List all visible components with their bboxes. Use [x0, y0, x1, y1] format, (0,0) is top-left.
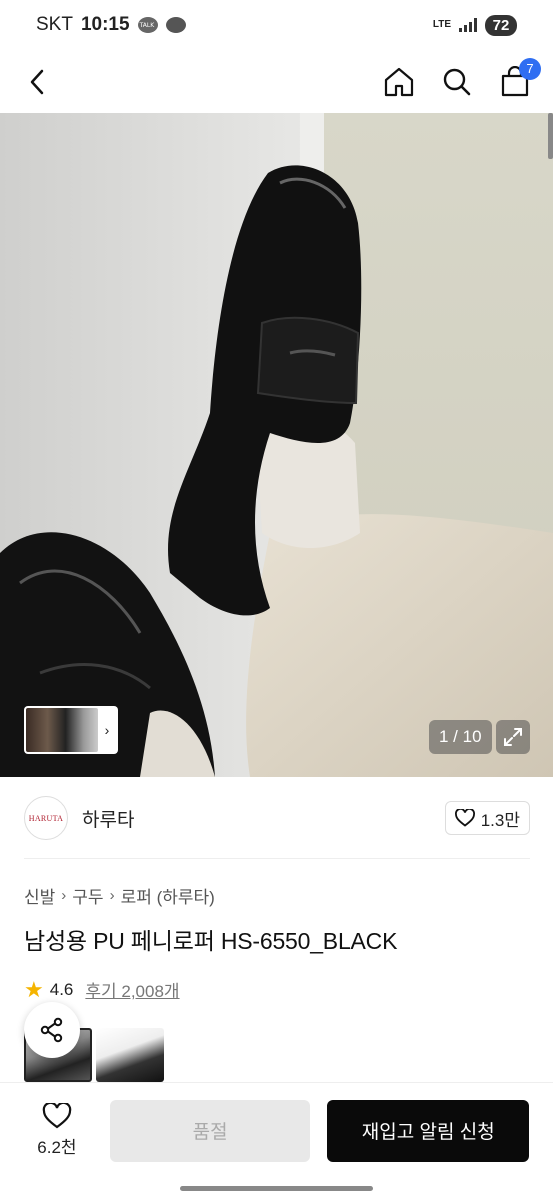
status-left: SKT 10:15: [36, 14, 186, 36]
breadcrumb-item[interactable]: 로퍼 (하루타): [121, 883, 215, 908]
share-button[interactable]: [24, 1002, 80, 1058]
kakaotalk-icon: [137, 17, 158, 33]
breadcrumb-item[interactable]: 구두: [72, 883, 103, 908]
back-arrow-icon: [30, 69, 44, 94]
home-button[interactable]: [381, 64, 417, 100]
color-option-thumbnail[interactable]: [96, 1028, 164, 1082]
search-button[interactable]: [439, 64, 475, 100]
search-icon: [443, 68, 471, 95]
cart-count-badge: 7: [519, 57, 541, 80]
chevron-right-icon: ›: [61, 887, 67, 904]
cart-button[interactable]: 7: [497, 57, 541, 100]
brand-logo[interactable]: HARUTA: [24, 796, 68, 840]
brand-name[interactable]: 하루타: [82, 805, 134, 832]
heart-icon: [42, 1103, 72, 1129]
top-nav: 7: [0, 50, 553, 113]
star-icon: ★: [24, 976, 44, 1002]
breadcrumb: 신발 › 구두 › 로퍼 (하루타): [24, 883, 215, 908]
status-bar: SKT 10:15 LTE 72: [0, 0, 553, 50]
home-indicator: [180, 1186, 373, 1191]
home-icon: [384, 67, 414, 96]
bottom-purchase-bar: 6.2천 품절 재입고 알림 신청: [0, 1082, 553, 1178]
brand-row: HARUTA 하루타 1.3만: [24, 795, 530, 841]
thumbnail-preview: [26, 708, 98, 752]
brand-like-button[interactable]: 1.3만: [444, 801, 530, 835]
rating-row: ★ 4.6 후기 2,008개: [24, 977, 180, 1002]
expand-icon: [504, 728, 522, 746]
product-title: 남성용 PU 페니로퍼 HS-6550_BLACK: [24, 928, 398, 954]
status-right: LTE 72: [432, 14, 517, 36]
breadcrumb-item[interactable]: 신발: [24, 883, 55, 908]
lte-indicator: LTE: [432, 19, 451, 30]
signal-icon: [459, 18, 477, 32]
product-photo: [0, 113, 553, 777]
fullscreen-button[interactable]: [496, 720, 530, 754]
brand-like-count: 1.3만: [480, 810, 520, 830]
share-icon: [40, 1017, 63, 1043]
nav-actions: 7: [381, 57, 541, 100]
divider: [24, 858, 530, 859]
restock-alert-button[interactable]: 재입고 알림 신청: [327, 1099, 529, 1162]
chat-bubble-icon: [165, 17, 186, 33]
chevron-right-icon: ›: [104, 722, 110, 738]
rating-value: 4.6: [49, 979, 74, 999]
chevron-right-icon: ›: [109, 887, 115, 904]
clock: 10:15: [80, 14, 130, 35]
product-image-gallery[interactable]: › 1 / 10: [0, 113, 553, 777]
scroll-indicator: [548, 113, 553, 159]
battery-indicator: 72: [485, 14, 517, 36]
wishlist-button[interactable]: 6.2천: [24, 1103, 90, 1158]
soldout-button[interactable]: 품절: [109, 1099, 311, 1162]
thumbnail-strip[interactable]: ›: [24, 706, 118, 754]
review-link[interactable]: 후기 2,008개: [85, 977, 179, 1002]
wishlist-count: 6.2천: [37, 1138, 77, 1157]
carrier-label: SKT: [36, 14, 73, 35]
image-counter: 1 / 10: [429, 720, 492, 754]
back-button[interactable]: [20, 64, 56, 100]
heart-icon: [454, 809, 475, 827]
